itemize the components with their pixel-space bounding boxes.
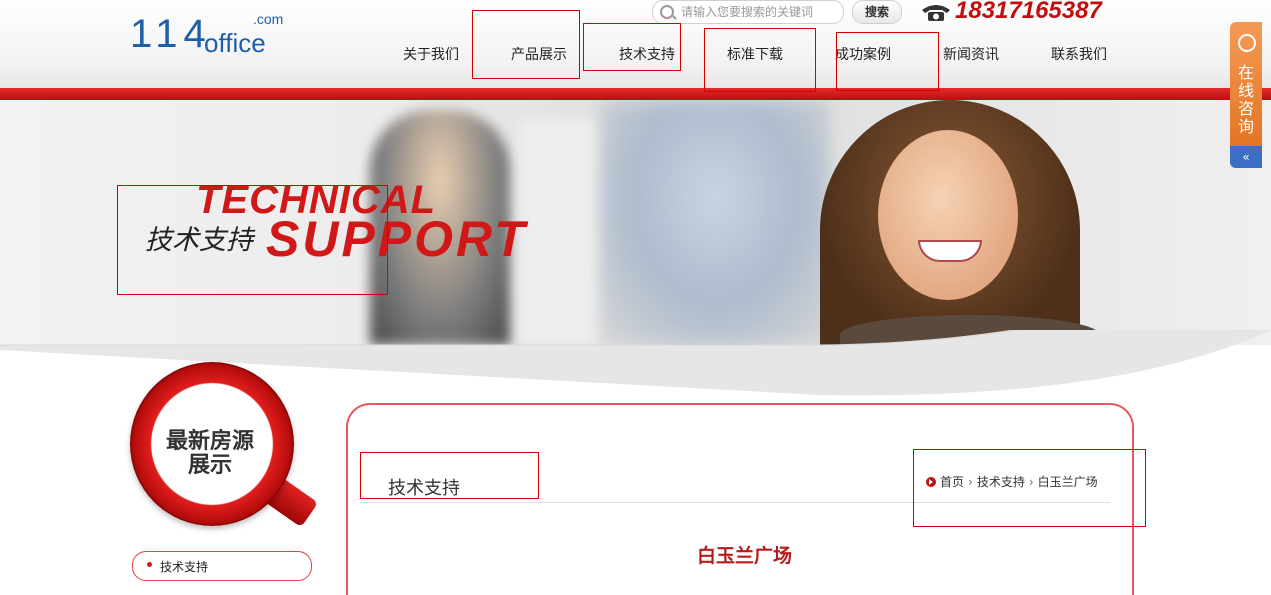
highlight-box [704, 28, 816, 92]
header-red-bar [0, 88, 1271, 100]
search-button[interactable]: 搜索 [852, 0, 902, 24]
article-title: 白玉兰广场 [697, 545, 793, 567]
nav-item-news[interactable]: 新闻资讯 [943, 44, 999, 64]
highlight-box [836, 32, 939, 91]
badge-line-2: 展示 [187, 453, 232, 478]
sidebar-item-label: 技术支持 [160, 560, 209, 574]
nav-item-about[interactable]: 关于我们 [403, 44, 459, 64]
collapse-button[interactable]: « [1230, 146, 1262, 168]
banner-photo-person [600, 100, 830, 345]
logo-tld: .com [253, 11, 284, 27]
telephone-icon [922, 5, 950, 21]
site-logo[interactable]: 114 office .com [130, 6, 290, 58]
badge-line-1: 最新房源 [165, 429, 254, 454]
highlight-box [913, 449, 1146, 527]
highlight-box [360, 452, 539, 499]
nav-item-contact[interactable]: 联系我们 [1051, 44, 1107, 64]
search-input[interactable] [679, 3, 841, 21]
badge-text: 最新房源 展示 [150, 430, 270, 478]
highlight-box [472, 10, 580, 79]
consult-label: 在线咨询 [1237, 63, 1254, 136]
highlight-box [583, 23, 681, 71]
search-icon [660, 5, 674, 19]
search-box [652, 0, 844, 24]
sidebar-item-support[interactable]: 技术支持 [132, 551, 312, 581]
chat-icon [1238, 34, 1256, 52]
logo-name: office [204, 28, 266, 58]
hotline-number: 18317165387 [955, 0, 1102, 24]
banner-photo-person [520, 120, 600, 345]
bullet-icon [147, 562, 152, 567]
highlight-box [117, 185, 388, 295]
logo-number: 114 [130, 12, 212, 56]
latest-listings-badge[interactable]: 最新房源 展示 [128, 360, 319, 535]
banner-photo-face [878, 130, 1018, 300]
online-consult-tab[interactable]: 在线咨询 « [1230, 22, 1262, 168]
